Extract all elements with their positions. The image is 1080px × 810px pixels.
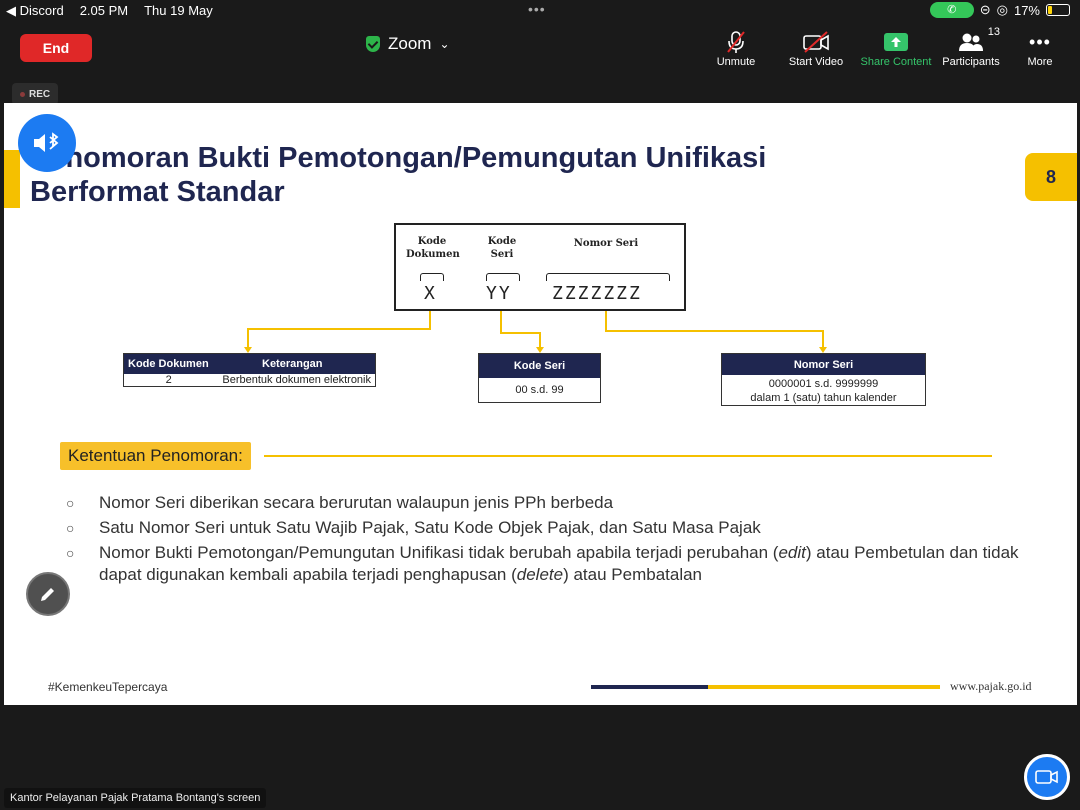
status-time: 2.05 PM [79, 3, 129, 18]
list-item-text: Nomor Bukti Pemotongan/Pemungutan Unifik… [99, 543, 1019, 584]
battery-icon [1046, 4, 1070, 16]
footer-line-navy [591, 685, 708, 689]
switch-to-video-button[interactable] [1024, 754, 1070, 800]
unmute-label: Unmute [716, 56, 756, 68]
shared-slide: Penomoran Bukti Pemotongan/Pemungutan Un… [4, 103, 1077, 705]
meeting-title[interactable]: Zoom ⌄ [366, 34, 450, 54]
participants-count: 13 [987, 26, 1000, 38]
share-arrow-icon [858, 28, 934, 56]
participants-label: Participants [942, 56, 1000, 68]
ketentuan-divider [264, 455, 992, 457]
cell-kode-dokumen: 2 [165, 374, 172, 386]
share-content-label: Share Content [860, 56, 932, 68]
ketentuan-heading: Ketentuan Penomoran: [60, 442, 251, 470]
link-icon: ⊝ [979, 2, 991, 17]
circle-bullet-icon: ○ [66, 520, 75, 536]
nomor-seri-table: Nomor Seri 0000001 s.d. 9999999 dalam 1 … [721, 353, 926, 406]
list-item: ○ Satu Nomor Seri untuk Satu Wajib Pajak,… [66, 517, 1026, 539]
pencil-icon [41, 588, 54, 601]
recording-badge[interactable]: REC [12, 83, 59, 105]
phone-icon: ✆ [947, 4, 957, 16]
recording-label: REC [29, 88, 51, 100]
footer-hashtag: #KemenkeuTepercaya [48, 680, 168, 694]
kode-seri-table: Kode Seri 00 s.d. 99 [478, 353, 601, 403]
shield-check-icon [366, 36, 380, 52]
chevron-down-icon: ⌄ [439, 37, 450, 51]
participants-button[interactable]: 13 Participants [938, 26, 1004, 68]
share-content-button[interactable]: Share Content [858, 28, 934, 68]
footer-line-yellow [708, 685, 940, 689]
col-kode-dokumen: Kode Dokumen [128, 358, 209, 370]
active-call-pill[interactable]: ✆ [929, 2, 974, 18]
speaker-bluetooth-icon [34, 132, 59, 152]
footer-url: www.pajak.go.id [950, 679, 1032, 693]
participants-icon: 13 [938, 26, 1004, 56]
ketentuan-list: ○ Nomor Seri diberikan secara berurutan w… [66, 492, 1026, 589]
list-item-text: Nomor Seri diberikan secara berurutan wa… [99, 493, 614, 512]
nomor-seri-header: Nomor Seri [722, 354, 925, 375]
microphone-muted-icon [712, 28, 760, 56]
list-item-text-part: Nomor Bukti Pemotongan/Pemungutan Unifik… [99, 543, 779, 562]
table-row: 2 Berbentuk dokumen elektronik [124, 374, 375, 386]
circle-bullet-icon: ○ [66, 495, 75, 511]
more-label: More [1027, 56, 1053, 68]
back-to-app-link[interactable]: ◀ Discord [6, 3, 64, 19]
multitask-dots-icon[interactable]: ••• [528, 1, 546, 17]
kode-seri-header: Kode Seri [479, 354, 600, 378]
bluetooth-audio-button[interactable] [18, 114, 76, 172]
start-video-label: Start Video [788, 56, 844, 68]
record-dot-icon [20, 91, 25, 97]
circle-bullet-icon: ○ [66, 545, 75, 561]
list-item: ○ Nomor Bukti Pemotongan/Pemungutan Unifi… [66, 542, 1026, 586]
screen-share-label: Kantor Pelayanan Pajak Pratama Bontang's… [4, 788, 267, 808]
more-dots-icon: ••• [1029, 31, 1051, 52]
more-button[interactable]: ••• More [1020, 28, 1060, 69]
start-video-button[interactable]: Start Video [784, 28, 848, 68]
nomor-seri-line1: 0000001 s.d. 9999999 [768, 378, 879, 390]
annotate-button[interactable] [26, 572, 70, 616]
unmute-button[interactable]: Unmute [712, 28, 760, 68]
video-muted-icon [784, 28, 848, 56]
delete-term: delete [516, 565, 564, 584]
battery-percent: 17% [1013, 2, 1040, 18]
nomor-seri-line2: dalam 1 (satu) tahun kalender [750, 392, 897, 404]
edit-term: edit [778, 543, 806, 562]
location-icon: ◎ [996, 2, 1008, 17]
status-date: Thu 19 May [144, 3, 213, 18]
camera-icon [1035, 770, 1058, 784]
kode-dokumen-table-header: Kode Dokumen Keterangan [124, 354, 375, 374]
end-meeting-button[interactable]: End [20, 34, 92, 62]
list-item: ○ Nomor Seri diberikan secara berurutan w… [66, 492, 1026, 514]
list-item-text: Satu Nomor Seri untuk Satu Wajib Pajak, … [99, 518, 761, 537]
zoom-toolbar: End Zoom ⌄ Unmute Start Video Share Cont… [0, 22, 1080, 74]
col-keterangan: Keterangan [262, 358, 323, 370]
nomor-seri-body: 0000001 s.d. 9999999 dalam 1 (satu) tahu… [722, 375, 925, 405]
meeting-title-label: Zoom [388, 34, 432, 53]
cell-keterangan: Berbentuk dokumen elektronik [222, 374, 371, 386]
kode-seri-value: 00 s.d. 99 [515, 384, 564, 396]
ios-status-bar: ◀ Discord 2.05 PM Thu 19 May ••• ✆ ⊝ ◎ 1… [0, 0, 1080, 22]
list-item-text-part: ) atau Pembatalan [563, 565, 703, 584]
kode-dokumen-table: Kode Dokumen Keterangan 2 Berbentuk doku… [123, 353, 376, 387]
